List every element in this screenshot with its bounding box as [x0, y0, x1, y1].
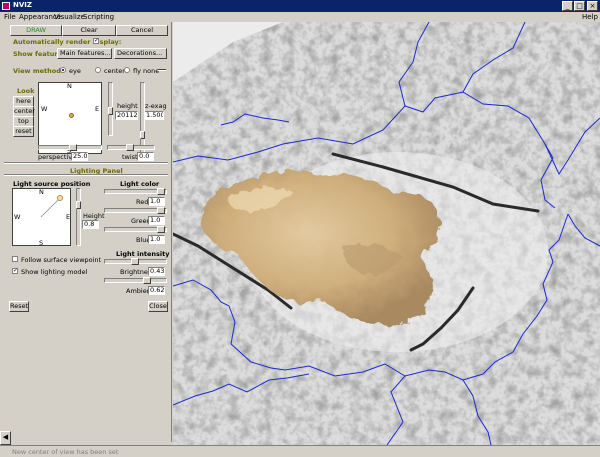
menu-scripting[interactable]: Scripting [83, 13, 114, 21]
red-slider[interactable] [104, 188, 167, 195]
title-bar: NVIZ _ □ × [0, 0, 600, 12]
height-field[interactable]: 20112 [115, 111, 138, 120]
twist-label: twist [122, 153, 138, 161]
perspective-slider[interactable] [38, 144, 102, 151]
decorations-label: Decorations... [117, 49, 163, 57]
status-bar: New center of view has been set [0, 445, 600, 457]
brightness-slider-thumb[interactable] [131, 258, 139, 265]
ambient-slider-thumb[interactable] [143, 277, 151, 284]
control-panel: DRAW Clear Cancel Automatically render d… [0, 22, 172, 442]
light-position-marker[interactable] [57, 195, 63, 201]
light-position-compass[interactable]: N W E S [12, 188, 71, 247]
red-slider-thumb[interactable] [157, 188, 165, 195]
light-source-label: Light source position [13, 180, 91, 188]
green-field[interactable]: 1.0 [148, 216, 165, 225]
green-slider-thumb[interactable] [157, 207, 165, 214]
brightness-field[interactable]: 0.43 [148, 267, 165, 276]
compass-w-label: W [41, 105, 48, 113]
clear-button[interactable]: Clear [62, 25, 116, 36]
height-label: height [117, 102, 138, 110]
fly-label: fly none [133, 67, 160, 75]
twist-field[interactable]: 0.0 [137, 152, 154, 161]
eye-position-marker[interactable] [69, 113, 74, 118]
show-lighting-model-checkbox[interactable]: ✓ [12, 268, 18, 274]
view-method-label: View method: [13, 67, 64, 75]
blue-slider-thumb[interactable] [157, 226, 165, 233]
lighting-reset-button[interactable]: Reset [9, 301, 29, 312]
fly-menu-indicator[interactable] [158, 69, 166, 71]
panel-scroll-left-arrow[interactable]: ◀ [0, 431, 11, 445]
compass-e-label: E [95, 105, 100, 113]
height-slider[interactable] [108, 82, 113, 136]
blue-field[interactable]: 1.0 [148, 235, 165, 244]
menu-bar: File Appearance Visualize Scripting Help [0, 12, 600, 22]
view-method-center-radio[interactable] [95, 67, 101, 73]
follow-viewpoint-checkbox[interactable] [12, 256, 18, 262]
look-reset-button[interactable]: reset [13, 126, 34, 137]
follow-viewpoint-label: Follow surface viewpoint [21, 256, 102, 264]
perspective-field[interactable]: 25.0 [71, 152, 88, 161]
draw-button[interactable]: DRAW [10, 25, 62, 36]
panel-separator [4, 162, 168, 164]
minimize-button[interactable]: _ [562, 1, 573, 11]
look-label: Look [17, 87, 35, 95]
zexag-label: z-exag [145, 102, 167, 110]
red-field[interactable]: 1.0 [148, 197, 165, 206]
light-height-slider[interactable] [76, 188, 81, 246]
light-height-field[interactable]: 0.8 [82, 220, 99, 229]
view-method-fly-radio[interactable] [124, 67, 130, 73]
height-slider-thumb[interactable] [108, 107, 113, 115]
zexag-field[interactable]: 1.500 [144, 111, 164, 120]
menu-visualize[interactable]: Visualize [54, 13, 85, 21]
ambient-field[interactable]: 0.62 [148, 286, 165, 295]
red-label: Red [136, 198, 149, 206]
compass-n-label: N [67, 82, 72, 90]
terrain-scene [173, 22, 600, 445]
decorations-button[interactable]: Decorations... [114, 48, 167, 59]
app-icon [2, 2, 10, 10]
twist-slider-thumb[interactable] [126, 144, 134, 151]
light-intensity-label: Light intensity [116, 250, 170, 258]
twist-slider[interactable] [107, 144, 155, 151]
menu-file[interactable]: File [4, 13, 16, 21]
terrain-viewport[interactable] [173, 22, 600, 445]
maximize-button[interactable]: □ [574, 1, 585, 11]
perspective-slider-thumb[interactable] [69, 144, 77, 151]
show-lighting-model-label: Show lighting model [21, 268, 88, 276]
light-height-label: Height [83, 212, 105, 220]
ambient-slider[interactable] [104, 277, 167, 284]
eye-label: eye [69, 67, 81, 75]
green-slider[interactable] [104, 207, 167, 214]
auto-render-checkbox[interactable]: ✓ [93, 38, 99, 44]
window-title: NVIZ [13, 1, 32, 9]
main-features-button[interactable]: Main features... [57, 48, 112, 59]
brightness-slider[interactable] [104, 258, 167, 265]
lighting-close-button[interactable]: Close [148, 301, 168, 312]
auto-render-label: Automatically render display: [13, 38, 122, 46]
blue-slider[interactable] [104, 226, 167, 233]
zexag-slider[interactable] [140, 82, 145, 154]
close-window-button[interactable]: × [587, 1, 598, 11]
light-color-label: Light color [120, 180, 160, 188]
lighting-separator [4, 174, 168, 176]
cancel-button[interactable]: Cancel [116, 25, 168, 36]
zexag-slider-thumb[interactable] [140, 131, 145, 139]
status-message: New center of view has been set [12, 448, 119, 456]
view-method-eye-radio[interactable] [60, 67, 66, 73]
center-label: center [104, 67, 125, 75]
main-features-label: Main features... [60, 49, 111, 57]
light-height-thumb[interactable] [76, 201, 81, 209]
menu-help[interactable]: Help [582, 13, 598, 21]
